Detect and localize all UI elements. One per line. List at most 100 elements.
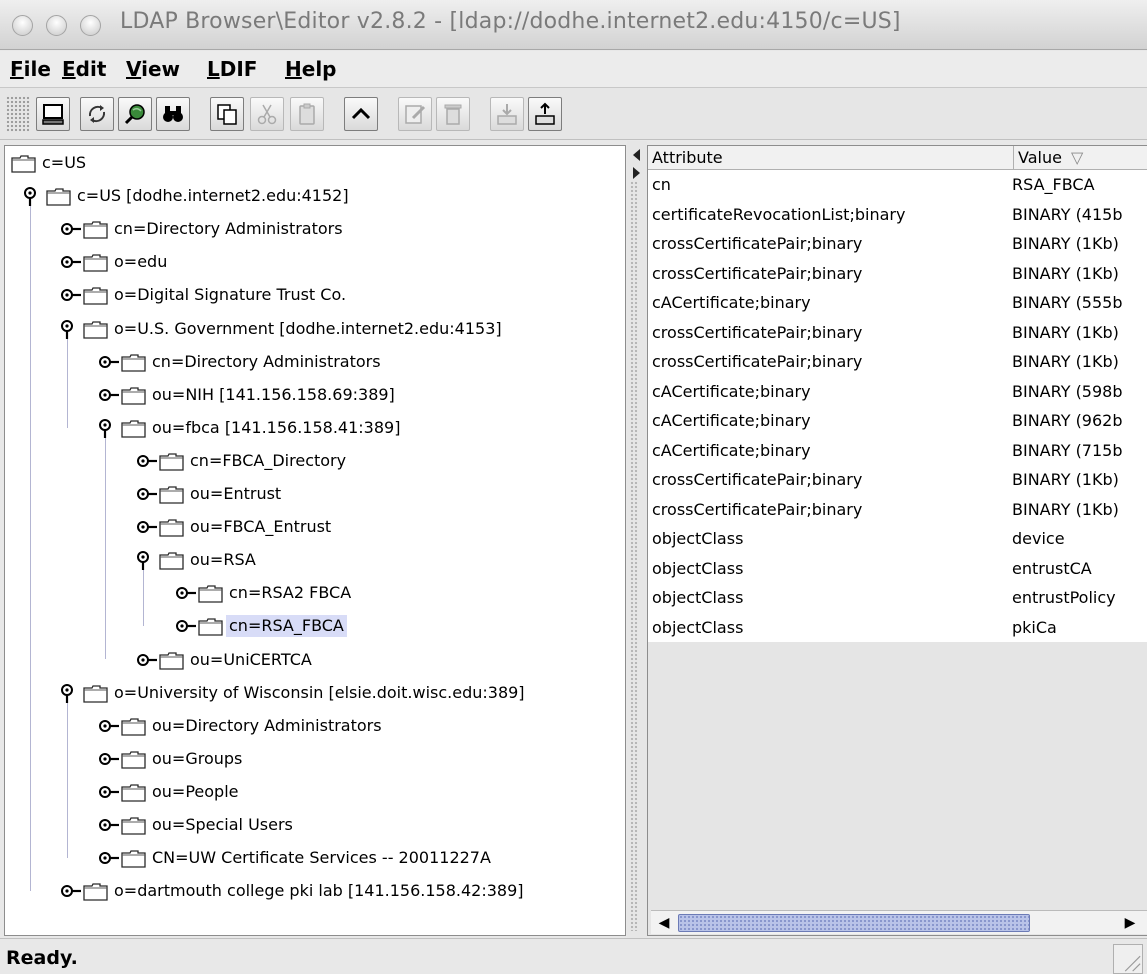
collapsed-handle-icon[interactable] <box>136 484 158 504</box>
tree-node[interactable]: o=edu <box>5 248 625 276</box>
attribute-cell[interactable]: crossCertificatePair;binary <box>652 465 1018 494</box>
value-cell[interactable]: BINARY (1Kb) <box>1012 229 1147 258</box>
up-button[interactable] <box>344 97 378 131</box>
refresh-button[interactable] <box>80 97 114 131</box>
attribute-cell[interactable]: objectClass <box>652 583 1018 612</box>
value-cell[interactable]: BINARY (598b <box>1012 377 1147 406</box>
search-globe-button[interactable] <box>118 97 152 131</box>
value-cell[interactable]: BINARY (1Kb) <box>1012 259 1147 288</box>
table-row[interactable]: crossCertificatePair;binary BINARY (1Kb) <box>648 494 1147 524</box>
table-row[interactable]: cACertificate;binary BINARY (962b <box>648 406 1147 435</box>
table-row[interactable]: cACertificate;binary BINARY (555b <box>648 288 1147 317</box>
paste-button[interactable] <box>290 97 324 131</box>
expanded-handle-icon[interactable] <box>60 683 82 703</box>
tree-node[interactable]: ou=People <box>5 778 625 806</box>
tree-node-label[interactable]: CN=UW Certificate Services -- 20011227A <box>149 847 494 869</box>
tree-node-label[interactable]: ou=Directory Administrators <box>149 715 385 737</box>
collapsed-handle-icon[interactable] <box>136 650 158 670</box>
collapsed-handle-icon[interactable] <box>98 848 120 868</box>
export-button[interactable] <box>528 97 562 131</box>
menu-view[interactable]: View <box>126 57 180 81</box>
tree-node[interactable]: ou=Groups <box>5 745 625 773</box>
tree-node-label[interactable]: cn=Directory Administrators <box>149 351 384 373</box>
cut-button[interactable] <box>250 97 284 131</box>
tree-node-label[interactable]: ou=People <box>149 781 242 803</box>
attribute-cell[interactable]: cACertificate;binary <box>652 377 1018 406</box>
tree-node[interactable]: ou=Directory Administrators <box>5 712 625 740</box>
collapsed-handle-icon[interactable] <box>98 782 120 802</box>
tree-node[interactable]: ou=Special Users <box>5 811 625 839</box>
tree-node[interactable]: o=University of Wisconsin [elsie.doit.wi… <box>5 679 625 707</box>
scrollbar-thumb[interactable] <box>678 914 1030 932</box>
collapsed-handle-icon[interactable] <box>98 749 120 769</box>
tree-node-label[interactable]: ou=Special Users <box>149 814 296 836</box>
tree-node-label[interactable]: o=University of Wisconsin [elsie.doit.wi… <box>111 682 528 704</box>
close-window-button[interactable] <box>12 15 33 36</box>
attribute-cell[interactable]: crossCertificatePair;binary <box>652 259 1018 288</box>
tree-node[interactable]: cn=Directory Administrators <box>5 348 625 376</box>
tree-node-label[interactable]: o=U.S. Government [dodhe.internet2.edu:4… <box>111 318 505 340</box>
value-cell[interactable]: BINARY (415b <box>1012 200 1147 229</box>
tree-node[interactable]: ou=NIH [141.156.158.69:389] <box>5 381 625 409</box>
tree-node[interactable]: cn=FBCA_Directory <box>5 447 625 475</box>
table-row[interactable]: crossCertificatePair;binary BINARY (1Kb) <box>648 229 1147 258</box>
expanded-handle-icon[interactable] <box>23 186 45 207</box>
directory-tree[interactable]: c=US c=US [dodhe.internet2.edu:4152] cn=Di… <box>4 145 626 936</box>
value-cell[interactable]: entrustPolicy <box>1012 583 1147 612</box>
attribute-cell[interactable]: crossCertificatePair;binary <box>652 318 1018 347</box>
menu-ldif[interactable]: LDIF <box>207 57 257 81</box>
value-cell[interactable]: BINARY (962b <box>1012 406 1147 435</box>
scroll-right-icon[interactable]: ▶ <box>1121 914 1139 932</box>
menu-edit[interactable]: Edit <box>62 57 106 81</box>
value-cell[interactable]: BINARY (555b <box>1012 288 1147 317</box>
tree-node-label[interactable]: o=Digital Signature Trust Co. <box>111 284 349 306</box>
attribute-cell[interactable]: objectClass <box>652 554 1018 583</box>
tree-node[interactable]: cn=Directory Administrators <box>5 215 625 243</box>
table-row[interactable]: crossCertificatePair;binary BINARY (1Kb) <box>648 317 1147 347</box>
tree-node[interactable]: ou=RSA <box>5 546 625 574</box>
tree-node-label[interactable]: ou=FBCA_Entrust <box>187 516 334 538</box>
collapsed-handle-icon[interactable] <box>136 451 158 471</box>
attribute-cell[interactable]: crossCertificatePair;binary <box>652 495 1018 524</box>
value-cell[interactable]: BINARY (715b <box>1012 436 1147 465</box>
tree-node[interactable]: o=U.S. Government [dodhe.internet2.edu:4… <box>5 315 625 343</box>
attribute-cell[interactable]: cACertificate;binary <box>652 436 1018 465</box>
window-resize-grip[interactable] <box>1113 944 1143 974</box>
delete-button[interactable] <box>436 97 470 131</box>
tree-node[interactable]: cn=RSA_FBCA <box>5 612 625 640</box>
collapsed-handle-icon[interactable] <box>98 716 120 736</box>
collapsed-handle-icon[interactable] <box>60 252 82 272</box>
tree-node[interactable]: c=US [dodhe.internet2.edu:4152] <box>5 182 625 210</box>
tree-node-label[interactable]: o=edu <box>111 251 170 273</box>
collapsed-handle-icon[interactable] <box>98 352 120 372</box>
collapse-left-icon[interactable] <box>633 149 641 161</box>
table-row[interactable]: crossCertificatePair;binary BINARY (1Kb) <box>648 465 1147 494</box>
tree-node-label[interactable]: ou=Entrust <box>187 483 284 505</box>
attribute-cell[interactable]: cn <box>652 170 1018 199</box>
table-row[interactable]: objectClass device <box>648 524 1147 553</box>
tree-node[interactable]: ou=Entrust <box>5 480 625 508</box>
attribute-cell[interactable]: crossCertificatePair;binary <box>652 229 1018 258</box>
tree-node-label[interactable]: c=US <box>39 152 89 174</box>
tree-node-label[interactable]: cn=RSA2 FBCA <box>226 582 354 604</box>
value-cell[interactable]: entrustCA <box>1012 554 1147 583</box>
tree-node[interactable]: CN=UW Certificate Services -- 20011227A <box>5 844 625 872</box>
value-cell[interactable]: pkiCa <box>1012 613 1147 642</box>
collapsed-handle-icon[interactable] <box>60 285 82 305</box>
menu-file[interactable]: File <box>10 57 51 81</box>
horizontal-scrollbar[interactable]: ◀ ▶ <box>651 910 1147 934</box>
tree-node-label[interactable]: c=US [dodhe.internet2.edu:4152] <box>74 185 352 207</box>
tree-node[interactable]: ou=fbca [141.156.158.41:389] <box>5 414 625 442</box>
attribute-cell[interactable]: cACertificate;binary <box>652 406 1018 435</box>
split-pane-divider[interactable] <box>627 141 647 938</box>
table-row[interactable]: cACertificate;binary BINARY (598b <box>648 376 1147 406</box>
table-row[interactable]: crossCertificatePair;binary BINARY (1Kb) <box>648 258 1147 288</box>
tree-node-label[interactable]: ou=NIH [141.156.158.69:389] <box>149 384 398 406</box>
tree-node-label[interactable]: ou=Groups <box>149 748 245 770</box>
attribute-cell[interactable]: cACertificate;binary <box>652 288 1018 317</box>
table-row[interactable]: objectClass entrustPolicy <box>648 583 1147 612</box>
tree-node-label[interactable]: ou=UniCERTCA <box>187 649 315 671</box>
tree-node[interactable]: ou=UniCERTCA <box>5 646 625 674</box>
copy-button[interactable] <box>210 97 244 131</box>
attribute-cell[interactable]: certificateRevocationList;binary <box>652 200 1018 229</box>
